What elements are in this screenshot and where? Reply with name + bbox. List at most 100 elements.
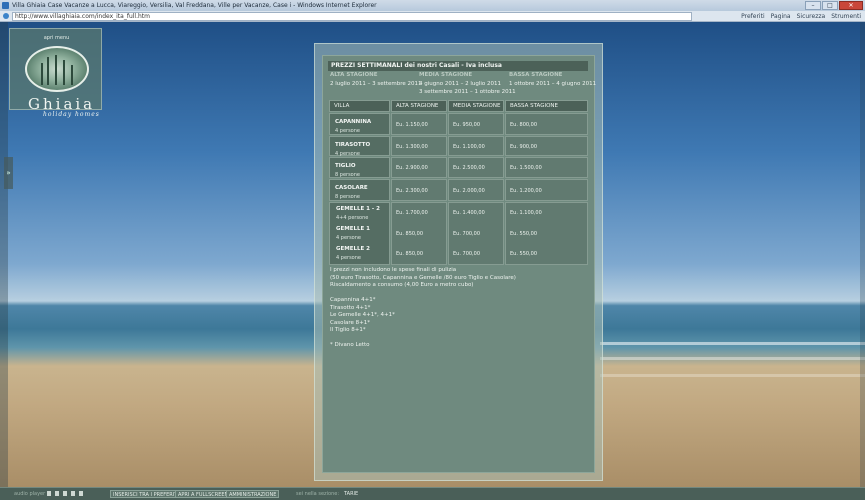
price-alta: Eu. 1.150,00 <box>391 113 447 135</box>
pause-icon[interactable] <box>55 491 59 496</box>
season-media-dates: 3 settembre 2011 – 1 ottobre 2011 <box>419 89 516 95</box>
price-media: Eu. 1.100,00 <box>448 136 504 156</box>
window-title: Villa Ghiaia Case Vacanze a Lucca, Viare… <box>12 2 377 9</box>
section-label: sei nella sezione: <box>296 491 340 497</box>
price-bassa: Eu. 1.200,00 <box>505 179 588 201</box>
price-notes: I prezzi non includono le spese finali d… <box>330 267 516 350</box>
price-table-title: PREZZI SETTIMANALI dei nostri Casali - I… <box>328 61 588 71</box>
villa-capacity: 8 persone <box>335 172 360 178</box>
next-icon[interactable] <box>79 491 83 496</box>
admin-button[interactable]: AMMINISTRAZIONE <box>226 490 280 498</box>
table-row-villa: CAPANNINA 4 persone <box>329 113 390 135</box>
left-strip <box>0 22 8 487</box>
tree-icon <box>47 57 49 85</box>
note-line: Capannina 4+1* <box>330 297 376 303</box>
wave-line <box>600 342 865 345</box>
tree-icon <box>55 55 57 85</box>
column-header-bassa: BASSA STAGIONE <box>505 100 588 112</box>
note-line: Il Tiglio 8+1* <box>330 327 366 333</box>
toolbar-security[interactable]: Sicurezza <box>797 12 826 21</box>
note-line: (50 euro Tirasotto, Capannina e Gemelle … <box>330 274 516 281</box>
table-row-villa: CASOLARE 8 persone <box>329 179 390 201</box>
right-strip <box>860 22 865 487</box>
note-spacer <box>330 290 516 298</box>
maximize-button[interactable]: □ <box>822 1 838 10</box>
sidebar-toggle[interactable]: » <box>4 157 13 189</box>
note-line: Le Gemelle 4+1*, 4+1* <box>330 312 395 318</box>
add-favorites-button[interactable]: INSERISCI TRA I PREFERITI <box>110 490 182 498</box>
logo-menu-button[interactable]: apri menu Ghiaia holiday homes <box>9 28 102 118</box>
season-alta-title: ALTA STAGIONE <box>330 72 378 78</box>
toolbar-page[interactable]: Pagina <box>771 12 791 21</box>
logo-subtitle: holiday homes <box>43 111 100 118</box>
villa-name: GEMELLE 1 - 2 <box>336 206 380 212</box>
villa-entry: GEMELLE 1 - 2 4+4 persone <box>336 206 380 221</box>
villa-name: TIRASOTTO <box>335 142 371 148</box>
column-header-villa: VILLA <box>329 100 390 112</box>
season-media-dates: 4 giugno 2011 – 2 luglio 2011 <box>419 81 502 87</box>
price-media: Eu. 1.400,00 <box>453 210 485 216</box>
globe-icon <box>3 13 9 19</box>
villa-entry: GEMELLE 1 4 persone <box>336 226 370 241</box>
villa-name: CASOLARE <box>335 185 368 191</box>
price-alta-gemelle: Eu. 1.700,00 Eu. 850,00 Eu. 850,00 <box>391 202 447 265</box>
price-media: Eu. 2.000,00 <box>448 179 504 201</box>
note-line: Casolare 8+1* <box>330 319 370 326</box>
toolbar-favorites[interactable]: Preferiti <box>741 12 765 21</box>
price-bassa: Eu. 900,00 <box>505 136 588 156</box>
villa-capacity: 4 persone <box>336 255 361 261</box>
tree-icon <box>41 63 43 85</box>
season-bassa-title: BASSA STAGIONE <box>509 72 563 78</box>
price-media: Eu. 700,00 <box>453 251 481 257</box>
price-media: Eu. 700,00 <box>453 231 481 237</box>
price-bassa: Eu. 1.100,00 <box>510 210 542 216</box>
season-bassa-dates: 1 ottobre 2011 – 4 giugno 2011 <box>509 81 597 87</box>
villa-name: CAPANNINA <box>335 119 372 125</box>
section-value: TARIE <box>344 491 359 497</box>
note-spacer <box>330 335 516 343</box>
table-row-villa: TIRASOTTO 4 persone <box>329 136 390 157</box>
villa-capacity: 8 persone <box>335 194 360 200</box>
table-row-villa: TIGLIO 8 persone <box>329 157 390 178</box>
price-media-gemelle: Eu. 1.400,00 Eu. 700,00 Eu. 700,00 <box>448 202 504 265</box>
browser-toolbar: Preferiti Pagina Sicurezza Strumenti <box>741 12 861 21</box>
address-bar: http://www.villaghiaia.com/index_ita_ful… <box>0 11 865 22</box>
price-alta: Eu. 850,00 <box>396 251 424 257</box>
note-line: Riscaldamento a consumo (4,00 Euro a met… <box>330 282 474 288</box>
note-line: I prezzi non includono le spese finali d… <box>330 267 457 273</box>
window-buttons: – □ ✕ <box>805 1 863 10</box>
play-icon[interactable] <box>47 491 51 496</box>
wave-line <box>600 357 865 360</box>
minimize-button[interactable]: – <box>805 1 821 10</box>
villa-name: GEMELLE 1 <box>336 226 371 232</box>
villa-capacity: 4 persone <box>336 235 361 241</box>
audio-player-label: audio player <box>14 491 46 497</box>
window-titlebar: Villa Ghiaia Case Vacanze a Lucca, Viare… <box>0 0 865 11</box>
note-line: Tirasotto 4+1* <box>330 304 371 311</box>
url-field[interactable]: http://www.villaghiaia.com/index_ita_ful… <box>12 12 692 21</box>
villa-capacity: 4 persone <box>335 128 360 134</box>
tree-icon <box>63 60 65 85</box>
close-button[interactable]: ✕ <box>839 1 863 10</box>
wave-line <box>600 374 865 377</box>
bottom-bar: audio player INSERISCI TRA I PREFERITI A… <box>0 487 865 500</box>
season-alta-dates: 2 luglio 2011 – 3 settembre 2011 <box>330 81 422 87</box>
villa-name: TIGLIO <box>335 163 356 169</box>
open-menu-label: apri menu <box>43 35 70 41</box>
price-alta: Eu. 1.300,00 <box>391 136 447 156</box>
season-media-title: MEDIA STAGIONE <box>419 72 473 78</box>
price-bassa: Eu. 800,00 <box>505 113 588 135</box>
column-header-alta: ALTA STAGIONE <box>391 100 447 112</box>
stop-icon[interactable] <box>63 491 67 496</box>
price-bassa-gemelle: Eu. 1.100,00 Eu. 550,00 Eu. 550,00 <box>505 202 588 265</box>
toolbar-tools[interactable]: Strumenti <box>831 12 861 21</box>
note-line: * Divano Letto <box>330 342 370 348</box>
price-bassa: Eu. 550,00 <box>510 231 538 237</box>
villa-capacity: 4+4 persone <box>336 215 369 221</box>
price-alta: Eu. 1.700,00 <box>396 210 428 216</box>
ie-icon <box>2 2 9 9</box>
fullscreen-button[interactable]: APRI A FULLSCREEN <box>175 490 232 498</box>
prev-icon[interactable] <box>71 491 75 496</box>
villa-name: GEMELLE 2 <box>336 246 371 252</box>
price-media: Eu. 950,00 <box>448 113 504 135</box>
